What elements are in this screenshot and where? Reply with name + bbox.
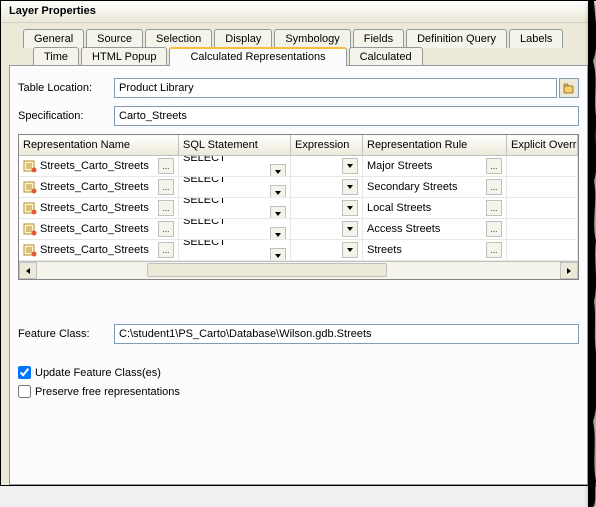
rep-name: Streets_Carto_Streets	[40, 181, 158, 193]
tab-fields[interactable]: Fields	[353, 29, 404, 48]
rep-name: Streets_Carto_Streets	[40, 223, 158, 235]
expression-dropdown-button[interactable]	[342, 200, 358, 216]
table-row[interactable]: Streets_Carto_Streets... SELECT Streets..…	[19, 240, 578, 261]
col-header-repname[interactable]: Representation Name	[19, 135, 179, 155]
sql-text: SELECT	[183, 198, 286, 218]
preserve-free-reps-checkbox[interactable]	[18, 385, 31, 398]
rep-name-ellipsis-button[interactable]: ...	[158, 221, 174, 237]
tab-selection[interactable]: Selection	[145, 29, 212, 48]
representations-grid: Representation Name SQL Statement Expres…	[18, 134, 579, 280]
expression-dropdown-button[interactable]	[342, 221, 358, 237]
tab-source[interactable]: Source	[86, 29, 143, 48]
tab-definition-query[interactable]: Definition Query	[406, 29, 507, 48]
table-location-label: Table Location:	[18, 82, 114, 94]
col-header-override[interactable]: Explicit Override	[507, 135, 578, 155]
sql-dropdown-button[interactable]	[270, 227, 286, 239]
update-feature-class-label: Update Feature Class(es)	[35, 367, 161, 379]
representation-icon	[23, 201, 37, 215]
rep-name-ellipsis-button[interactable]: ...	[158, 158, 174, 174]
expression-dropdown-button[interactable]	[342, 179, 358, 195]
tab-calculated[interactable]: Calculated	[349, 47, 423, 66]
tab-labels[interactable]: Labels	[509, 29, 563, 48]
table-row[interactable]: Streets_Carto_Streets... SELECT Major Str…	[19, 156, 578, 177]
rule-text: Secondary Streets	[367, 181, 486, 193]
sql-dropdown-button[interactable]	[270, 206, 286, 218]
rep-name-ellipsis-button[interactable]: ...	[158, 242, 174, 258]
representation-icon	[23, 180, 37, 194]
scroll-track[interactable]	[37, 262, 560, 279]
col-header-expr[interactable]: Expression	[291, 135, 363, 155]
rule-ellipsis-button[interactable]: ...	[486, 179, 502, 195]
window-title: Layer Properties	[1, 1, 596, 23]
layer-properties-window: Layer Properties GeneralSourceSelectionD…	[0, 0, 596, 486]
feature-class-label: Feature Class:	[18, 328, 114, 340]
rule-text: Access Streets	[367, 223, 486, 235]
representation-icon	[23, 159, 37, 173]
sql-dropdown-button[interactable]	[270, 248, 286, 260]
rep-name: Streets_Carto_Streets	[40, 160, 158, 172]
sql-text: SELECT	[183, 240, 286, 260]
grid-horizontal-scrollbar[interactable]	[19, 261, 578, 279]
rule-ellipsis-button[interactable]: ...	[486, 242, 502, 258]
specification-input[interactable]: Carto_Streets	[114, 106, 579, 126]
sql-text: SELECT	[183, 156, 286, 176]
rule-ellipsis-button[interactable]: ...	[486, 200, 502, 216]
sql-dropdown-button[interactable]	[270, 185, 286, 197]
representation-icon	[23, 222, 37, 236]
rule-text: Streets	[367, 244, 486, 256]
table-row[interactable]: Streets_Carto_Streets... SELECT Local Str…	[19, 198, 578, 219]
table-location-input[interactable]: Product Library	[114, 78, 557, 98]
table-location-browse-button[interactable]	[559, 78, 579, 98]
sql-text: SELECT	[183, 177, 286, 197]
tab-panel: Table Location: Product Library Specific…	[9, 65, 588, 485]
representation-icon	[23, 243, 37, 257]
tab-display[interactable]: Display	[214, 29, 272, 48]
tab-calculated-representations[interactable]: Calculated Representations	[169, 47, 346, 66]
table-row[interactable]: Streets_Carto_Streets... SELECT Secondary…	[19, 177, 578, 198]
tab-general[interactable]: General	[23, 29, 84, 48]
table-row[interactable]: Streets_Carto_Streets... SELECT Access St…	[19, 219, 578, 240]
tab-html-popup[interactable]: HTML Popup	[81, 47, 167, 66]
scroll-left-button[interactable]	[19, 262, 37, 279]
scroll-thumb[interactable]	[147, 263, 387, 277]
sql-dropdown-button[interactable]	[270, 164, 286, 176]
scroll-right-button[interactable]	[560, 262, 578, 279]
rule-text: Major Streets	[367, 160, 486, 172]
expression-dropdown-button[interactable]	[342, 242, 358, 258]
tab-time[interactable]: Time	[33, 47, 79, 66]
preserve-free-reps-label: Preserve free representations	[35, 386, 180, 398]
tab-symbology[interactable]: Symbology	[274, 29, 350, 48]
sql-text: SELECT	[183, 219, 286, 239]
col-header-rule[interactable]: Representation Rule	[363, 135, 507, 155]
rule-text: Local Streets	[367, 202, 486, 214]
rep-name: Streets_Carto_Streets	[40, 202, 158, 214]
rule-ellipsis-button[interactable]: ...	[486, 158, 502, 174]
update-feature-class-checkbox[interactable]	[18, 366, 31, 379]
rep-name-ellipsis-button[interactable]: ...	[158, 179, 174, 195]
rule-ellipsis-button[interactable]: ...	[486, 221, 502, 237]
expression-dropdown-button[interactable]	[342, 158, 358, 174]
rep-name-ellipsis-button[interactable]: ...	[158, 200, 174, 216]
col-header-sql[interactable]: SQL Statement	[179, 135, 291, 155]
feature-class-input[interactable]: C:\student1\PS_Carto\Database\Wilson.gdb…	[114, 324, 579, 344]
rep-name: Streets_Carto_Streets	[40, 244, 158, 256]
specification-label: Specification:	[18, 110, 114, 122]
